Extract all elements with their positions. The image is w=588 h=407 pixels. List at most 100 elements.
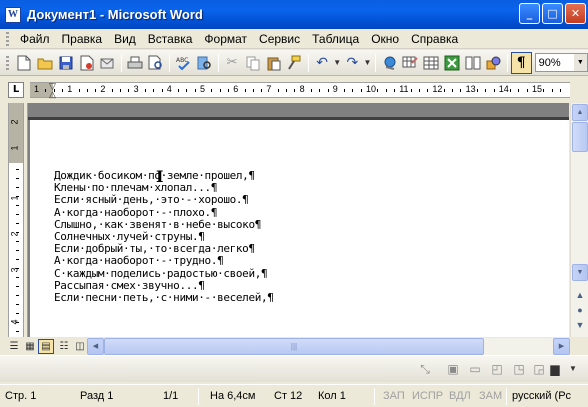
vertical-ruler-tick (16, 295, 19, 296)
indent-marker-icon[interactable]: ▽ △ (49, 82, 56, 99)
normal-view-icon[interactable]: ☰ (6, 339, 22, 354)
drawing-toggle-icon[interactable] (483, 52, 504, 74)
redo-dropdown-icon[interactable]: ▼ (363, 58, 372, 67)
ruler-tick (227, 89, 229, 92)
document-line[interactable]: Если·песни·петь,·с·ними·-·веселей,¶ (54, 291, 274, 304)
undo-icon[interactable]: ↶ (312, 52, 333, 74)
print-icon[interactable] (125, 52, 146, 74)
ruler-number: 8 (299, 84, 305, 94)
fill-color-icon[interactable]: ▆ (546, 361, 564, 377)
menu-grip[interactable] (6, 31, 9, 46)
document-line[interactable]: Если·ясный·день,·это·-·хорошо.¶ (54, 194, 274, 206)
paste-icon[interactable] (263, 52, 284, 74)
zoom-select[interactable]: 90% ▼ (534, 53, 588, 72)
document-page[interactable]: Дождик·босиком·по·земле·прошел,¶ Клены·по… (30, 120, 569, 337)
open-folder-icon[interactable] (35, 52, 56, 74)
hyperlink-icon[interactable] (379, 52, 400, 74)
status-extend-selection[interactable]: ВДЛ (449, 390, 471, 402)
spelling-icon[interactable]: ABC (173, 52, 194, 74)
menu-file[interactable]: Файл (14, 30, 56, 48)
fill-color-dropdown-icon[interactable]: ▼ (564, 361, 582, 377)
tables-borders-icon[interactable] (400, 52, 421, 74)
redo-icon[interactable]: ↷ (342, 52, 363, 74)
wordart-icon[interactable]: ◰ (488, 361, 506, 377)
ruler-tick (360, 89, 362, 92)
shapes-icon[interactable]: ▣ (444, 361, 462, 377)
tab-selector[interactable]: L (8, 82, 24, 98)
ruler-number: 9 (332, 84, 338, 94)
columns-icon[interactable] (462, 52, 483, 74)
insert-table-icon[interactable] (421, 52, 442, 74)
print-preview-icon[interactable] (145, 52, 166, 74)
textbox-icon[interactable]: ▭ (466, 361, 484, 377)
show-formatting-button[interactable]: ¶ (510, 51, 532, 74)
vertical-ruler-number: 1 (9, 145, 20, 151)
email-icon[interactable] (97, 52, 118, 74)
vertical-ruler-tick (16, 205, 19, 206)
select-browse-object-icon[interactable]: ● (572, 304, 588, 317)
document-line[interactable]: А·когда·наоборот·-·плохо.¶ (54, 206, 274, 219)
status-overtype[interactable]: ЗАМ (479, 390, 502, 402)
previous-page-icon[interactable]: ▲ (572, 289, 588, 302)
status-language[interactable]: русский (Рс (512, 390, 571, 402)
next-page-icon[interactable]: ▼ (572, 319, 588, 332)
reading-layout-view-icon[interactable]: ◫ (72, 339, 88, 354)
permission-icon[interactable] (76, 52, 97, 74)
undo-dropdown-icon[interactable]: ▼ (333, 58, 342, 67)
ruler-tick (319, 89, 321, 92)
vertical-ruler-tick (16, 331, 19, 332)
outline-view-icon[interactable]: ☷ (56, 339, 72, 354)
word-app-icon[interactable]: W (5, 6, 21, 23)
vertical-ruler-tick (16, 232, 19, 233)
scroll-up-button[interactable]: ▲ (572, 104, 588, 121)
menu-help[interactable]: Справка (405, 30, 464, 48)
horizontal-scroll-thumb[interactable]: ||| (104, 338, 484, 355)
research-icon[interactable] (194, 52, 215, 74)
web-layout-view-icon[interactable]: ▦ (22, 339, 38, 354)
cut-icon[interactable]: ✂ (222, 52, 243, 74)
document-line[interactable]: А·когда·наоборот·-·трудно.¶ (54, 255, 274, 267)
menu-insert[interactable]: Вставка (142, 30, 199, 48)
ruler-tick (327, 89, 329, 92)
menu-window[interactable]: Окно (365, 30, 405, 48)
menu-tools[interactable]: Сервис (253, 30, 306, 48)
horizontal-scrollbar[interactable]: ◀ ||| ▶ (87, 338, 570, 355)
document-line[interactable]: С·каждым·поделись·радостью·своей,¶ (54, 267, 274, 280)
format-painter-icon[interactable] (284, 52, 305, 74)
vertical-scroll-thumb[interactable] (572, 122, 588, 152)
vertical-scrollbar[interactable]: ▲ ▼ ▲ ● ▼ (570, 103, 588, 337)
document-text[interactable]: Дождик·босиком·по·земле·прошел,¶ Клены·по… (54, 169, 274, 304)
menu-edit[interactable]: Правка (56, 30, 109, 48)
scroll-left-button[interactable]: ◀ (87, 338, 104, 355)
status-record-macro[interactable]: ЗАП (383, 390, 405, 402)
minimize-button[interactable]: _ (519, 3, 540, 24)
toolbar-grip[interactable] (6, 55, 9, 70)
menu-table[interactable]: Таблица (306, 30, 365, 48)
new-document-icon[interactable] (14, 52, 35, 74)
zoom-dropdown-icon[interactable]: ▼ (573, 54, 587, 71)
ruler-tick (294, 89, 296, 92)
copy-icon[interactable] (242, 52, 263, 74)
insert-excel-icon[interactable] (441, 52, 462, 74)
scroll-right-button[interactable]: ▶ (553, 338, 570, 355)
ruler-tick (128, 89, 130, 92)
vertical-ruler-tick (16, 268, 19, 269)
status-separator (506, 388, 507, 405)
maximize-button[interactable]: □ (542, 3, 563, 24)
status-track-changes[interactable]: ИСПР (412, 390, 443, 402)
scroll-down-button[interactable]: ▼ (572, 264, 588, 281)
document-area[interactable]: Дождик·босиком·по·земле·прошел,¶ Клены·по… (27, 103, 569, 337)
menu-view[interactable]: Вид (108, 30, 142, 48)
horizontal-ruler[interactable]: ▽ △ 1 1 2 3 4 5 6 7 8 9 10 11 12 13 14 15 (30, 82, 570, 99)
print-layout-view-icon[interactable]: ▤ (38, 339, 54, 354)
vertical-ruler[interactable]: 211234 (8, 103, 24, 337)
ruler-number: 5 (200, 84, 206, 94)
standard-toolbar: ABC ✂ ↶ ▼ ↷ ▼ ¶ 90% ▼ (0, 50, 588, 76)
toolbar-separator (169, 53, 171, 72)
close-button[interactable]: ✕ (565, 3, 586, 24)
ruler-tick (352, 89, 354, 92)
diagram-icon[interactable]: ◳ (510, 361, 528, 377)
menu-format[interactable]: Формат (198, 30, 253, 48)
line-tool-icon[interactable]: ⤡ (416, 361, 434, 377)
save-icon[interactable] (55, 52, 76, 74)
